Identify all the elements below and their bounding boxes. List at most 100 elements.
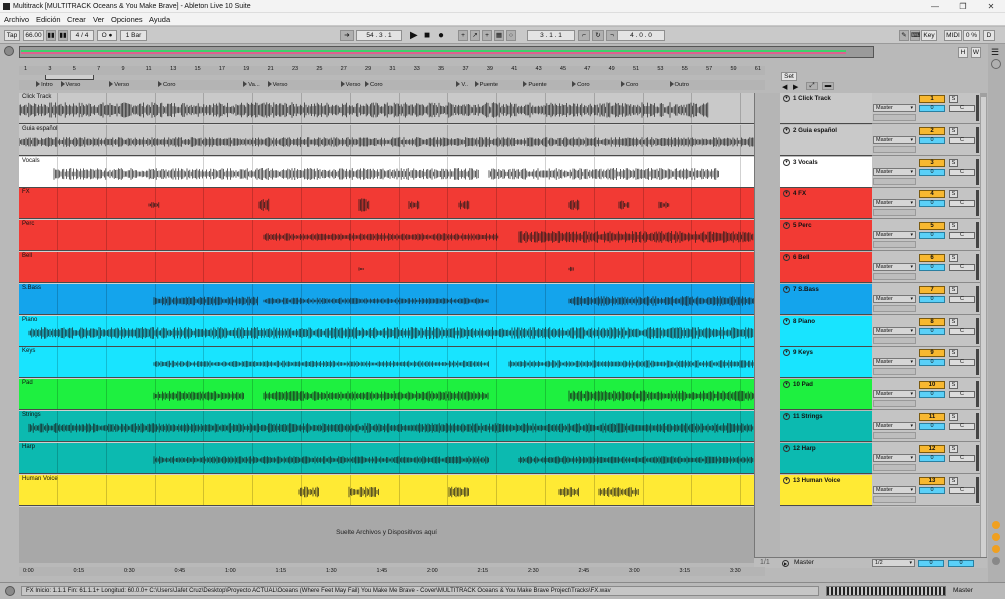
time-ruler[interactable]: 0:00 0:15 0:30 0:45 1:00 1:15 1:30 1:45 2:00 2:15… [19, 567, 765, 576]
track-activator-button[interactable]: 12 [919, 444, 945, 453]
track-header-3[interactable]: ▾ 3 Vocals [780, 156, 872, 188]
record-button[interactable]: ● [438, 30, 444, 41]
track-lane-3[interactable]: Vocals [19, 156, 754, 188]
maximize-button[interactable]: ❐ [950, 0, 976, 13]
locator-puente[interactable]: Puente [475, 81, 498, 88]
time-signature-field[interactable]: 4 / 4 [70, 30, 94, 41]
computer-keyboard-icon[interactable]: ⌨ [910, 30, 920, 41]
track-lane-13[interactable]: Human Voice [19, 474, 754, 506]
master-routing-select[interactable]: 1/2 [872, 559, 915, 567]
solo-button[interactable]: S [949, 317, 958, 326]
output-routing-select[interactable]: Master [873, 167, 916, 176]
output-routing-select[interactable]: Master [873, 231, 916, 240]
info-circle-icon[interactable] [991, 59, 1001, 69]
track-fold-icon[interactable]: ▾ [783, 95, 790, 102]
solo-button[interactable]: S [949, 349, 958, 358]
cue-button[interactable]: C [949, 327, 975, 335]
output-routing-select[interactable]: Master [873, 294, 916, 303]
track-fold-icon[interactable]: ▾ [783, 158, 790, 166]
track-volume[interactable]: 0 [919, 359, 945, 367]
track-fold-icon[interactable]: ▾ [783, 317, 790, 325]
solo-button[interactable]: S [949, 126, 958, 135]
drop-zone[interactable]: Suelte Archivos y Dispositivos aquí [19, 507, 754, 563]
automation-arm-icon[interactable]: ↗ [470, 30, 480, 41]
next-locator-icon[interactable]: ▶ [793, 83, 798, 91]
track-volume[interactable]: 0 [919, 391, 945, 399]
tempo-field[interactable]: 66.00 [23, 30, 44, 41]
output-routing-select[interactable]: Master [873, 358, 916, 367]
locator-coro[interactable]: Coro [621, 81, 639, 88]
track-header-9[interactable]: ▾ 9 Keys [780, 347, 872, 379]
track-volume[interactable]: 0 [919, 200, 945, 208]
midi-map-button[interactable]: MIDI [944, 30, 962, 41]
loop-switch-icon[interactable]: ↻ [592, 30, 604, 41]
track-activator-button[interactable]: 1 [919, 95, 945, 103]
track-lane-12[interactable]: Harp [19, 442, 754, 474]
track-lane-5[interactable]: Perc [19, 220, 754, 252]
locator-puente[interactable]: Puente [523, 81, 546, 88]
track-fold-icon[interactable]: ▾ [783, 190, 790, 198]
track-activator-button[interactable]: 7 [919, 285, 945, 294]
locator-coro[interactable]: Coro [365, 81, 383, 88]
capture-icon[interactable]: ▦ [494, 30, 504, 41]
menu-archivo[interactable]: Archivo [4, 13, 29, 26]
cue-button[interactable]: C [949, 423, 975, 430]
track-fold-icon[interactable]: ▾ [783, 285, 790, 293]
solo-button[interactable]: S [949, 476, 958, 485]
quantize-select[interactable]: 1 Bar [120, 30, 147, 41]
scroll-thumb[interactable] [981, 97, 986, 557]
output-routing-select[interactable]: Master [873, 263, 916, 271]
locator-verso[interactable]: Verso [109, 81, 129, 88]
output-channel-select[interactable] [873, 177, 916, 185]
locator-va[interactable]: Va... [243, 81, 260, 88]
track-header-12[interactable]: ▾ 12 Harp [780, 442, 872, 474]
track-lane-6[interactable]: Bell [19, 252, 754, 283]
solo-button[interactable]: S [949, 254, 958, 262]
track-fold-icon[interactable]: ▾ [783, 381, 790, 389]
track-header-2[interactable]: ▾ 2 Guia español [780, 124, 872, 156]
track-activator-button[interactable]: 8 [919, 317, 945, 326]
cue-button[interactable]: C [949, 454, 975, 462]
track-header-8[interactable]: ▾ 8 Piano [780, 315, 872, 347]
cue-button[interactable]: C [949, 486, 975, 494]
track-header-13[interactable]: ▾ 13 Human Voice [780, 474, 872, 506]
track-volume[interactable]: 0 [919, 264, 945, 271]
cue-button[interactable]: C [949, 295, 975, 303]
orange-dot-icon-3[interactable] [992, 545, 1000, 553]
follow-icon[interactable]: ➔ [340, 30, 354, 41]
output-routing-select[interactable]: Master [873, 390, 916, 399]
track-volume[interactable]: 0 [919, 295, 945, 303]
master-play-icon[interactable]: ▶ [782, 560, 789, 567]
track-fold-icon[interactable]: ▾ [783, 476, 790, 484]
track-lane-7[interactable]: S.Bass [19, 283, 754, 315]
vertical-scrollbar[interactable] [980, 93, 987, 563]
track-fold-icon[interactable]: ▾ [783, 444, 790, 452]
track-lane-2[interactable]: Guia español [19, 124, 754, 156]
solo-button[interactable]: S [949, 285, 958, 294]
track-fold-icon[interactable]: ▾ [783, 254, 790, 261]
solo-button[interactable]: S [949, 95, 958, 103]
output-channel-select[interactable] [873, 368, 916, 376]
locator-coro[interactable]: Coro [572, 81, 590, 88]
loop-length-field[interactable]: 4 . 0 . 0 [617, 30, 665, 41]
master-volume[interactable]: 0 [918, 560, 944, 567]
track-header-1[interactable]: ▾ 1 Click Track [780, 93, 872, 124]
track-activator-button[interactable]: 13 [919, 476, 945, 485]
menu-opciones[interactable]: Opciones [111, 13, 143, 26]
track-header-6[interactable]: ▾ 6 Bell [780, 252, 872, 283]
clip-icon[interactable]: ▬ [822, 82, 834, 90]
output-channel-select[interactable] [873, 432, 916, 439]
track-volume[interactable]: 0 [919, 168, 945, 176]
overview-h-button[interactable]: H [958, 47, 968, 58]
track-lane-10[interactable]: Pad [19, 379, 754, 411]
output-channel-select[interactable] [873, 304, 916, 312]
locator-verso[interactable]: Verso [268, 81, 288, 88]
output-channel-select[interactable] [873, 241, 916, 249]
overdub-icon[interactable]: + [458, 30, 468, 41]
draw-mode-icon[interactable]: ✎ [899, 30, 909, 41]
track-header-5[interactable]: ▾ 5 Perc [780, 220, 872, 252]
cue-button[interactable]: C [949, 232, 975, 240]
prev-locator-icon[interactable]: ◀ [782, 83, 787, 91]
solo-button[interactable]: S [949, 413, 958, 421]
track-activator-button[interactable]: 4 [919, 190, 945, 199]
